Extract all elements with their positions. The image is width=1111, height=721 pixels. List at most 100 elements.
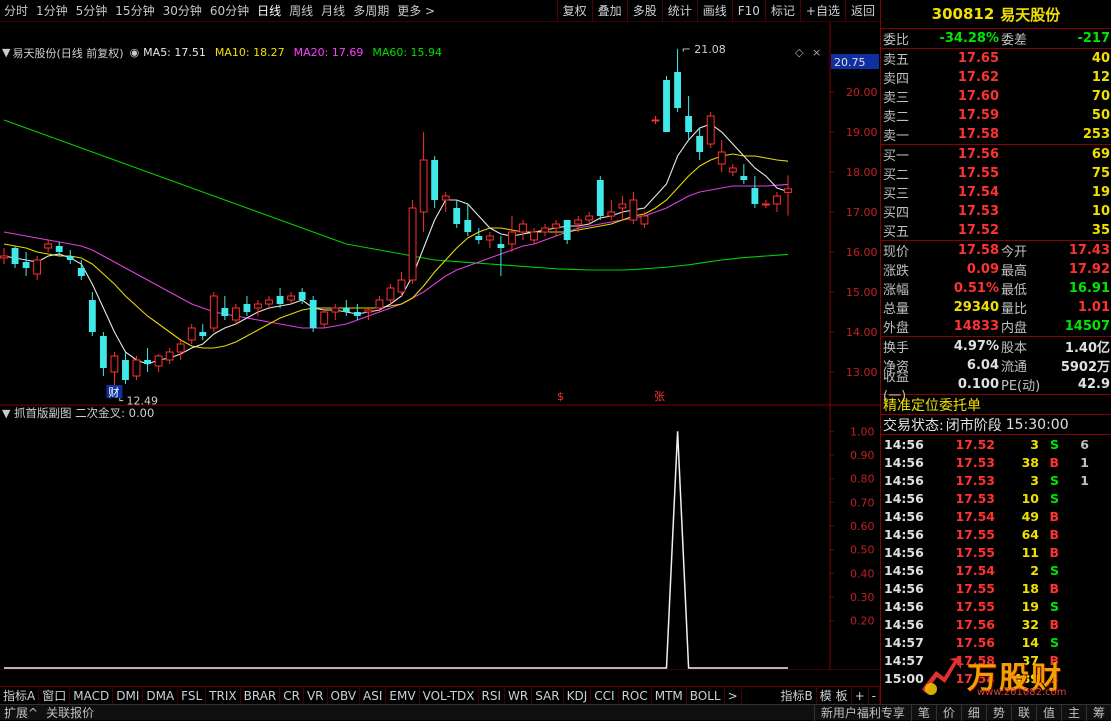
indicator-tab-22[interactable]: > [725,686,742,705]
period-tab-6[interactable]: 日线 [253,0,285,22]
period-tab-10[interactable]: 更多 > [393,0,439,22]
chart-diamond-icon[interactable]: ◇ [795,46,803,59]
status-tab-4[interactable]: 势 [985,704,1011,721]
tool-button-1[interactable]: 叠加 [591,0,627,22]
indicator-tab-15[interactable]: WR [505,686,533,705]
zhang-marker[interactable]: 张 [654,390,665,403]
sub-tick-label: 1.00 [850,425,875,438]
tick-price: 17.55 [955,598,995,614]
sell-level-5[interactable]: 卖五 17.65 40 [881,49,1111,68]
indicator-tab-18[interactable]: CCI [591,686,619,705]
status-tab-3[interactable]: 细 [960,704,986,721]
price-tick-label: 13.00 [846,366,878,379]
book-volume: 253 [1082,127,1110,142]
tool-button-0[interactable]: 复权 [556,0,592,22]
related-quote-button[interactable]: 关联报价 [42,704,98,721]
weibi-value: -34.28% [939,31,999,46]
indicator-tab-21[interactable]: BOLL [687,686,725,705]
candle-body-up [320,311,329,325]
tick-volume: 18 [1021,580,1039,596]
sell-level-2[interactable]: 卖二 17.59 50 [881,106,1111,125]
fund-row-2: 收益(一) 0.100 PE(动) 42.9 [881,370,1111,404]
indicator-tab-12[interactable]: EMV [386,686,420,705]
status-tab-6[interactable]: 值 [1035,704,1061,721]
indicator-tab-7[interactable]: BRAR [241,686,281,705]
status-tab-1[interactable]: 笔 [910,704,936,721]
tool-button-4[interactable]: 画线 [696,0,732,22]
period-tab-5[interactable]: 60分钟 [206,0,253,22]
indicator-tab-4[interactable]: DMA [143,686,179,705]
period-tab-9[interactable]: 多周期 [349,0,393,22]
candle-body-up [640,215,649,225]
s-marker[interactable]: $ [557,390,564,403]
status-tab-8[interactable]: 筹 [1085,704,1111,721]
buy-level-4[interactable]: 买四 17.53 10 [881,202,1111,221]
book-price: 17.58 [957,127,999,142]
indicator-tab-20[interactable]: MTM [652,686,687,705]
indicator-tab-19[interactable]: ROC [619,686,652,705]
precise-order-title[interactable]: 精准定位委托单 [881,394,1111,414]
status-tab-7[interactable]: 主 [1060,704,1086,721]
indicator-tab-13[interactable]: VOL-TDX [420,686,479,705]
sub-menu-icon[interactable]: ▼ [2,407,11,420]
candle-body-up [165,351,174,361]
period-tab-3[interactable]: 15分钟 [111,0,158,22]
indicator-tab-16[interactable]: SAR [532,686,564,705]
buy-level-5[interactable]: 买五 17.52 35 [881,221,1111,240]
sell-level-4[interactable]: 卖四 17.62 12 [881,68,1111,87]
period-tab-8[interactable]: 月线 [317,0,349,22]
period-tab-1[interactable]: 1分钟 [32,0,72,22]
indicator-tab-2[interactable]: MACD [70,686,114,705]
buy-level-2[interactable]: 买二 17.55 75 [881,164,1111,183]
period-tab-4[interactable]: 30分钟 [159,0,206,22]
tick-row: 14:56 17.56 32 B [881,615,1111,633]
trade-status-time: 15:30:00 [1005,416,1069,433]
indicator-right-1[interactable]: 模 板 [817,686,852,705]
quote-value: 0.51% [953,281,999,296]
chart-menu-icon[interactable]: ▼ [0,46,12,59]
indicator-tab-6[interactable]: TRIX [206,686,241,705]
tick-time: 14:57 [884,634,924,650]
indicator-tab-8[interactable]: CR [280,686,304,705]
sell-level-1[interactable]: 卖一 17.58 253 [881,125,1111,144]
indicator-tab-5[interactable]: FSL [178,686,207,705]
indicator-right-3[interactable]: - [869,686,880,705]
period-tab-7[interactable]: 周线 [285,0,317,22]
tool-button-2[interactable]: 多股 [626,0,662,22]
indicator-tab-14[interactable]: RSI [479,686,506,705]
buy-level-1[interactable]: 买一 17.56 69 [881,145,1111,164]
book-price: 17.52 [957,223,999,238]
period-tab-0[interactable]: 分时 [0,0,32,22]
kline-chart[interactable]: 20.75 20.00 19.00 18.00 17.00 16.00 15.00 14.00… [0,22,880,670]
indicator-tab-17[interactable]: KDJ [564,686,592,705]
indicator-tab-9[interactable]: VR [304,686,328,705]
tool-button-3[interactable]: 统计 [661,0,697,22]
status-tab-0[interactable]: 新用户福利专享 [813,704,911,721]
tool-button-5[interactable]: F10 [731,0,765,22]
stock-code: 300812 [931,5,995,23]
expand-button[interactable]: 扩展^ [0,704,42,721]
tool-button-7[interactable]: +自选 [799,0,845,22]
chart-close-icon[interactable]: × [812,46,821,59]
candle-body-up [585,215,594,221]
sell-level-3[interactable]: 卖三 17.60 70 [881,87,1111,106]
candle-body-up [784,188,792,193]
period-tab-2[interactable]: 5分钟 [72,0,112,22]
financial-marker[interactable]: 财 [108,385,119,399]
tool-button-8[interactable]: 返回 [844,0,880,22]
indicator-tab-1[interactable]: 窗口 [39,686,71,705]
chart-canvas[interactable]: 20.75 20.00 19.00 18.00 17.00 16.00 15.00 14.00… [0,22,880,670]
indicator-right-0[interactable]: 指标B [778,686,817,705]
indicator-tab-11[interactable]: ASI [360,686,387,705]
indicator-tab-10[interactable]: OBV [328,686,361,705]
buy-level-3[interactable]: 买三 17.54 19 [881,183,1111,202]
status-tab-2[interactable]: 价 [935,704,961,721]
tick-price: 17.55 [955,526,995,542]
indicator-tab-3[interactable]: DMI [113,686,144,705]
tick-list[interactable]: 14:56 17.52 3 S 6 14:56 17.53 38 B 1 14:56 17.53 3 S 1… [881,434,1111,687]
indicator-tab-0[interactable]: 指标A [0,686,40,705]
ma-settings-icon[interactable]: ◉ [130,46,140,59]
indicator-right-2[interactable]: + [852,686,869,705]
status-tab-5[interactable]: 联 [1010,704,1036,721]
tool-button-6[interactable]: 标记 [764,0,800,22]
